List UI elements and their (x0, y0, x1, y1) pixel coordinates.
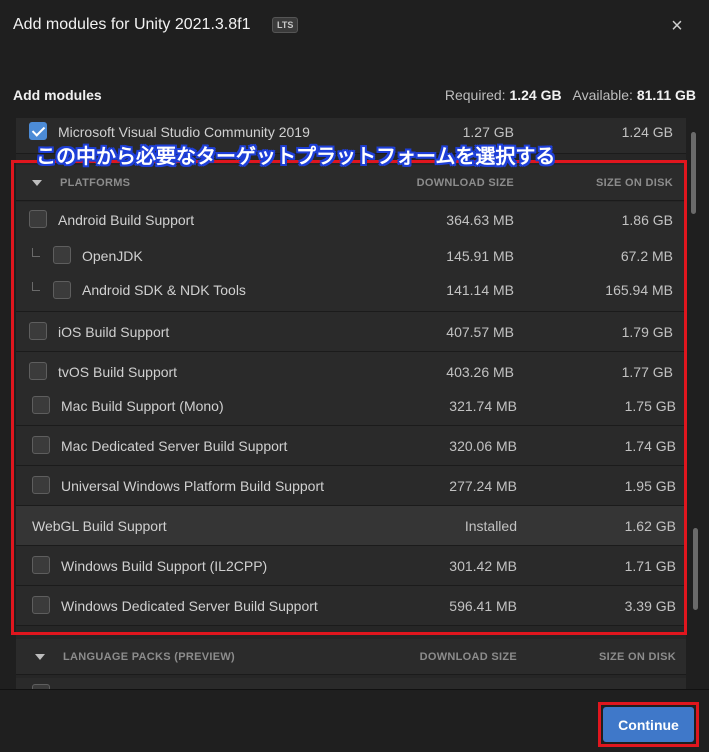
annotation-caption: この中から必要なターゲットプラットフォームを選択する (36, 146, 556, 168)
module-row-ios[interactable]: iOS Build Support 407.57 MB 1.79 GB (16, 312, 686, 352)
uwp-checkbox[interactable] (32, 476, 50, 494)
windows-server-checkbox[interactable] (32, 596, 50, 614)
collapse-triangle-icon[interactable] (32, 180, 42, 186)
module-row-openjdk[interactable]: OpenJDK 145.91 MB 67.2 MB (16, 238, 686, 272)
module-name: tvOS Build Support (58, 364, 178, 380)
module-disk-size: 1.24 GB (621, 124, 673, 140)
module-download-size: 403.26 MB (446, 364, 514, 380)
disk-info: Required: 1.24 GB Available: 81.11 GB (445, 87, 696, 103)
module-disk-size: 1.95 GB (624, 478, 676, 494)
continue-button[interactable]: Continue (603, 707, 694, 742)
module-name: OpenJDK (82, 248, 143, 264)
module-disk-size: 1.74 GB (624, 438, 676, 454)
windows-il2cpp-checkbox[interactable] (32, 556, 50, 574)
module-row-language-pack[interactable] (16, 678, 686, 689)
available-value: 81.11 GB (636, 87, 696, 103)
module-download-size: 320.06 MB (449, 438, 517, 454)
module-download-size: 321.74 MB (449, 398, 517, 414)
module-name: Windows Dedicated Server Build Support (61, 598, 318, 614)
module-download-size: 277.24 MB (449, 478, 517, 494)
module-name: Universal Windows Platform Build Support (61, 478, 324, 494)
tvos-checkbox[interactable] (29, 362, 47, 380)
module-disk-size: 1.86 GB (621, 212, 673, 228)
module-row-mac-server[interactable]: Mac Dedicated Server Build Support 320.0… (16, 426, 686, 466)
module-download-size: 1.27 GB (462, 124, 514, 140)
module-download-size: 596.41 MB (449, 598, 517, 614)
module-list[interactable]: Microsoft Visual Studio Community 2019 1… (16, 118, 686, 689)
module-disk-size: 1.71 GB (624, 558, 676, 574)
tree-branch-icon (32, 248, 40, 257)
module-name: Android SDK & NDK Tools (82, 282, 246, 298)
available-label: Available: (572, 87, 633, 103)
scrollbar-thumb-inner[interactable] (693, 528, 698, 610)
module-name: Microsoft Visual Studio Community 2019 (58, 124, 310, 140)
android-sdk-ndk-checkbox[interactable] (53, 281, 71, 299)
module-name: Mac Build Support (Mono) (61, 398, 224, 414)
download-size-header: DOWNLOAD SIZE (419, 651, 517, 663)
language-packs-section-header[interactable]: LANGUAGE PACKS (PREVIEW) DOWNLOAD SIZE S… (16, 639, 686, 675)
platforms-title: PLATFORMS (60, 177, 131, 189)
module-download-size: 145.91 MB (446, 248, 514, 264)
module-row-tvos[interactable]: tvOS Build Support 403.26 MB 1.77 GB (16, 352, 686, 388)
module-row-mac-mono[interactable]: Mac Build Support (Mono) 321.74 MB 1.75 … (16, 388, 686, 426)
module-download-size: 407.57 MB (446, 324, 514, 340)
module-row-windows-server[interactable]: Windows Dedicated Server Build Support 5… (16, 586, 686, 626)
mac-server-checkbox[interactable] (32, 436, 50, 454)
module-disk-size: 165.94 MB (605, 282, 673, 298)
module-row-android[interactable]: Android Build Support 364.63 MB 1.86 GB (16, 202, 686, 238)
size-on-disk-header: SIZE ON DISK (596, 177, 673, 189)
module-name: Windows Build Support (IL2CPP) (61, 558, 268, 574)
module-name: Mac Dedicated Server Build Support (61, 438, 288, 454)
window-title: Add modules for Unity 2021.3.8f1 (13, 16, 251, 33)
download-size-header: DOWNLOAD SIZE (416, 177, 514, 189)
module-download-size: 141.14 MB (446, 282, 514, 298)
openjdk-checkbox[interactable] (53, 246, 71, 264)
title-bar: Add modules for Unity 2021.3.8f1 LTS × (0, 0, 709, 54)
tree-branch-icon (32, 282, 40, 291)
module-disk-size: 67.2 MB (620, 248, 673, 264)
collapse-triangle-icon[interactable] (35, 654, 45, 660)
size-on-disk-header: SIZE ON DISK (599, 651, 676, 663)
module-row-windows-il2cpp[interactable]: Windows Build Support (IL2CPP) 301.42 MB… (16, 546, 686, 586)
scrollbar-thumb[interactable] (691, 132, 696, 214)
platforms-section-header[interactable]: PLATFORMS DOWNLOAD SIZE SIZE ON DISK (16, 165, 686, 201)
module-name: WebGL Build Support (32, 518, 167, 534)
required-label: Required: (444, 87, 506, 103)
module-disk-size: 3.39 GB (624, 598, 676, 614)
module-name: Android Build Support (58, 212, 195, 228)
android-checkbox[interactable] (29, 210, 47, 228)
ios-checkbox[interactable] (29, 322, 47, 340)
lts-badge: LTS (272, 17, 299, 33)
module-disk-size: 1.77 GB (621, 364, 673, 380)
module-download-size: 301.42 MB (449, 558, 517, 574)
language-packs-title: LANGUAGE PACKS (PREVIEW) (63, 651, 236, 663)
mac-mono-checkbox[interactable] (32, 396, 50, 414)
module-name: iOS Build Support (58, 324, 170, 340)
visual-studio-checkbox[interactable] (29, 122, 47, 140)
module-row-uwp[interactable]: Universal Windows Platform Build Support… (16, 466, 686, 506)
module-disk-size: 1.75 GB (624, 398, 676, 414)
add-modules-label: Add modules (13, 87, 102, 103)
modules-header: Add modules Required: 1.24 GB Available:… (0, 84, 709, 106)
required-value: 1.24 GB (509, 87, 562, 103)
module-download-size: 364.63 MB (446, 212, 514, 228)
close-icon[interactable]: × (667, 16, 687, 36)
module-row-webgl: WebGL Build Support Installed 1.62 GB (16, 506, 686, 546)
installed-status: Installed (464, 518, 517, 534)
module-disk-size: 1.62 GB (624, 518, 676, 534)
module-row-android-sdk-ndk[interactable]: Android SDK & NDK Tools 141.14 MB 165.94… (16, 272, 686, 312)
module-disk-size: 1.79 GB (621, 324, 673, 340)
